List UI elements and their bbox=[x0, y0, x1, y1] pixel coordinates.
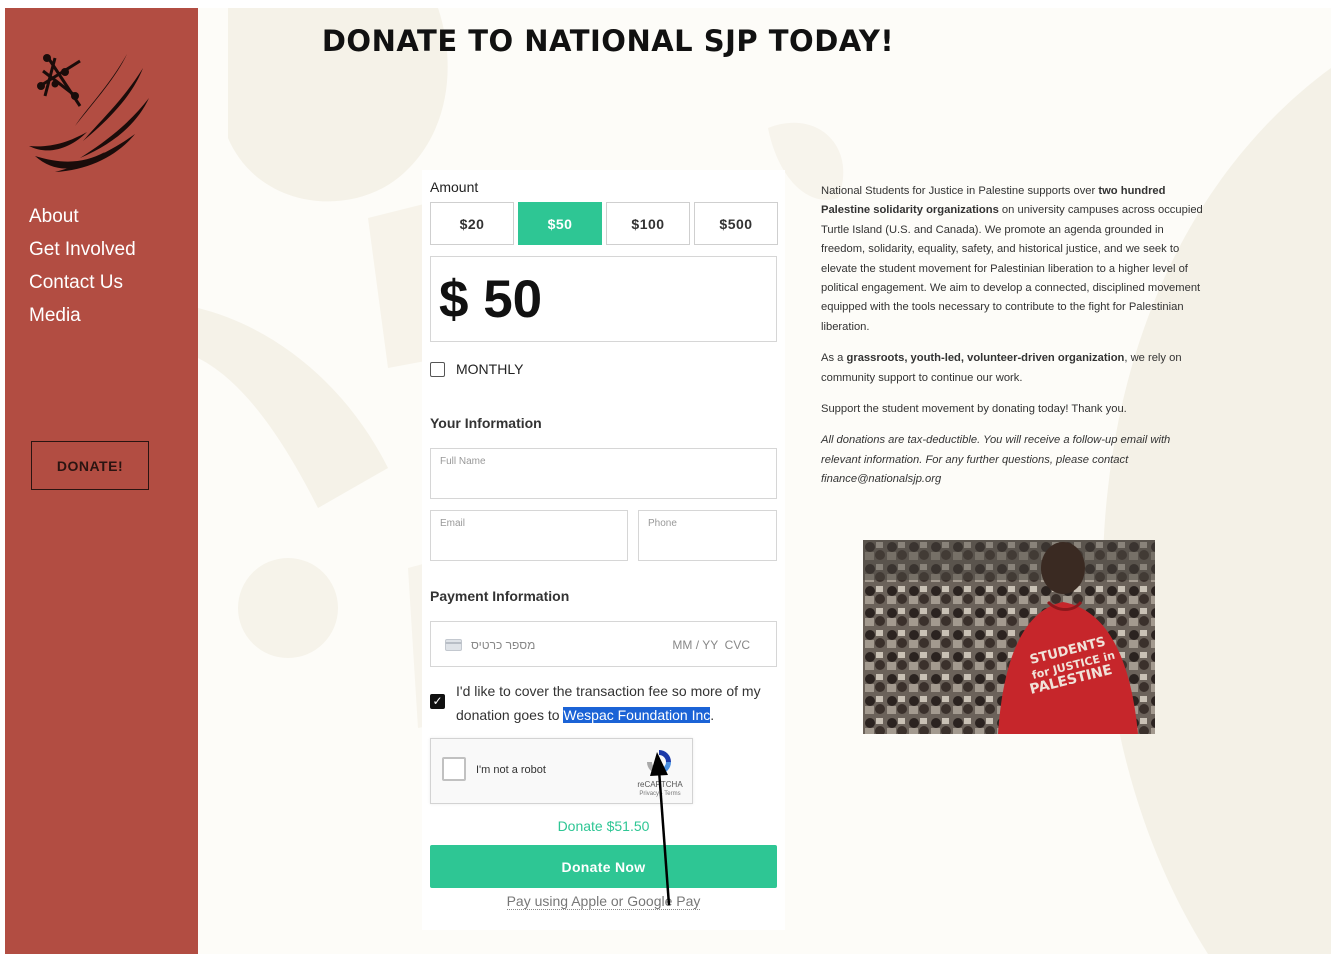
info-paragraph-2: As a grassroots, youth-led, volunteer-dr… bbox=[821, 349, 1203, 388]
custom-amount-input[interactable]: $ 50 bbox=[430, 256, 777, 342]
info-text: National Students for Justice in Palesti… bbox=[821, 182, 1203, 502]
card-expiry-cvc-placeholder: MM / YY CVC bbox=[672, 638, 750, 652]
recaptcha-checkbox[interactable] bbox=[442, 757, 466, 781]
nav-get-involved[interactable]: Get Involved bbox=[29, 233, 136, 266]
full-name-input[interactable]: Full Name bbox=[430, 448, 777, 499]
monthly-label: MONTHLY bbox=[456, 361, 524, 377]
students-photo: STUDENTS for JUSTICE in PALESTINE bbox=[863, 540, 1155, 734]
fee-text-after: . bbox=[710, 707, 715, 723]
info-p2-a: As a bbox=[821, 352, 847, 365]
recaptcha-logo-icon bbox=[647, 750, 671, 774]
info-p1-c: on university campuses across occupied T… bbox=[821, 204, 1203, 333]
recaptcha-links[interactable]: Privacy - Terms bbox=[631, 791, 689, 797]
amount-100-button[interactable]: $100 bbox=[606, 202, 690, 245]
info-paragraph-3: Support the student movement by donating… bbox=[821, 403, 1127, 416]
page-title: DONATE TO NATIONAL SJP TODAY! bbox=[321, 24, 895, 58]
alt-pay-label[interactable]: Pay using Apple or Google Pay bbox=[506, 893, 701, 910]
nav-about[interactable]: About bbox=[29, 200, 136, 233]
amount-50-button[interactable]: $50 bbox=[518, 202, 602, 245]
sidebar-donate-button[interactable]: DONATE! bbox=[31, 441, 149, 490]
info-paragraph-1: National Students for Justice in Palesti… bbox=[821, 182, 1203, 337]
phone-placeholder: Phone bbox=[648, 518, 677, 529]
amount-label: Amount bbox=[430, 179, 479, 195]
recaptcha-brand: reCAPTCHA bbox=[637, 780, 683, 789]
sidebar-nav: About Get Involved Contact Us Media bbox=[29, 200, 136, 332]
email-placeholder: Email bbox=[440, 518, 466, 529]
payment-information-heading: Payment Information bbox=[430, 588, 570, 604]
sidebar: About Get Involved Contact Us Media DONA… bbox=[5, 8, 198, 954]
amount-500-button[interactable]: $500 bbox=[694, 202, 778, 245]
recaptcha-widget: I'm not a robot reCAPTCHA Privacy - Term… bbox=[430, 738, 693, 804]
nav-media[interactable]: Media bbox=[29, 299, 136, 332]
donate-now-button[interactable]: Donate Now bbox=[430, 845, 777, 888]
cover-fee-checkbox[interactable]: ✓ bbox=[430, 694, 445, 709]
email-input[interactable]: Email bbox=[430, 510, 628, 561]
sjp-logo-icon[interactable] bbox=[25, 46, 150, 181]
info-p2-bold: grassroots, youth-led, volunteer-driven … bbox=[846, 352, 1125, 365]
credit-card-icon bbox=[445, 639, 462, 651]
your-information-heading: Your Information bbox=[430, 415, 542, 431]
info-p1-a: National Students for Justice in Palesti… bbox=[821, 185, 1099, 197]
fee-text-organization: Wespac Foundation Inc bbox=[563, 707, 711, 723]
monthly-checkbox[interactable] bbox=[430, 362, 445, 377]
phone-input[interactable]: Phone bbox=[638, 510, 777, 561]
card-number-input[interactable]: מספר כרטיס MM / YY CVC bbox=[430, 621, 777, 667]
recaptcha-label: I'm not a robot bbox=[476, 764, 546, 776]
nav-contact-us[interactable]: Contact Us bbox=[29, 266, 136, 299]
amount-20-button[interactable]: $20 bbox=[430, 202, 514, 245]
alt-pay-link[interactable]: Pay using Apple or Google Pay bbox=[430, 893, 777, 910]
info-paragraph-4: All donations are tax-deductible. You wi… bbox=[821, 434, 1171, 486]
card-number-placeholder: מספר כרטיס bbox=[471, 638, 536, 652]
cover-fee-label: I'd like to cover the transaction fee so… bbox=[456, 679, 776, 727]
donate-total-text: Donate $51.50 bbox=[557, 818, 650, 834]
full-name-placeholder: Full Name bbox=[440, 456, 486, 467]
students-photo-illustration: STUDENTS for JUSTICE in PALESTINE bbox=[863, 540, 1155, 734]
